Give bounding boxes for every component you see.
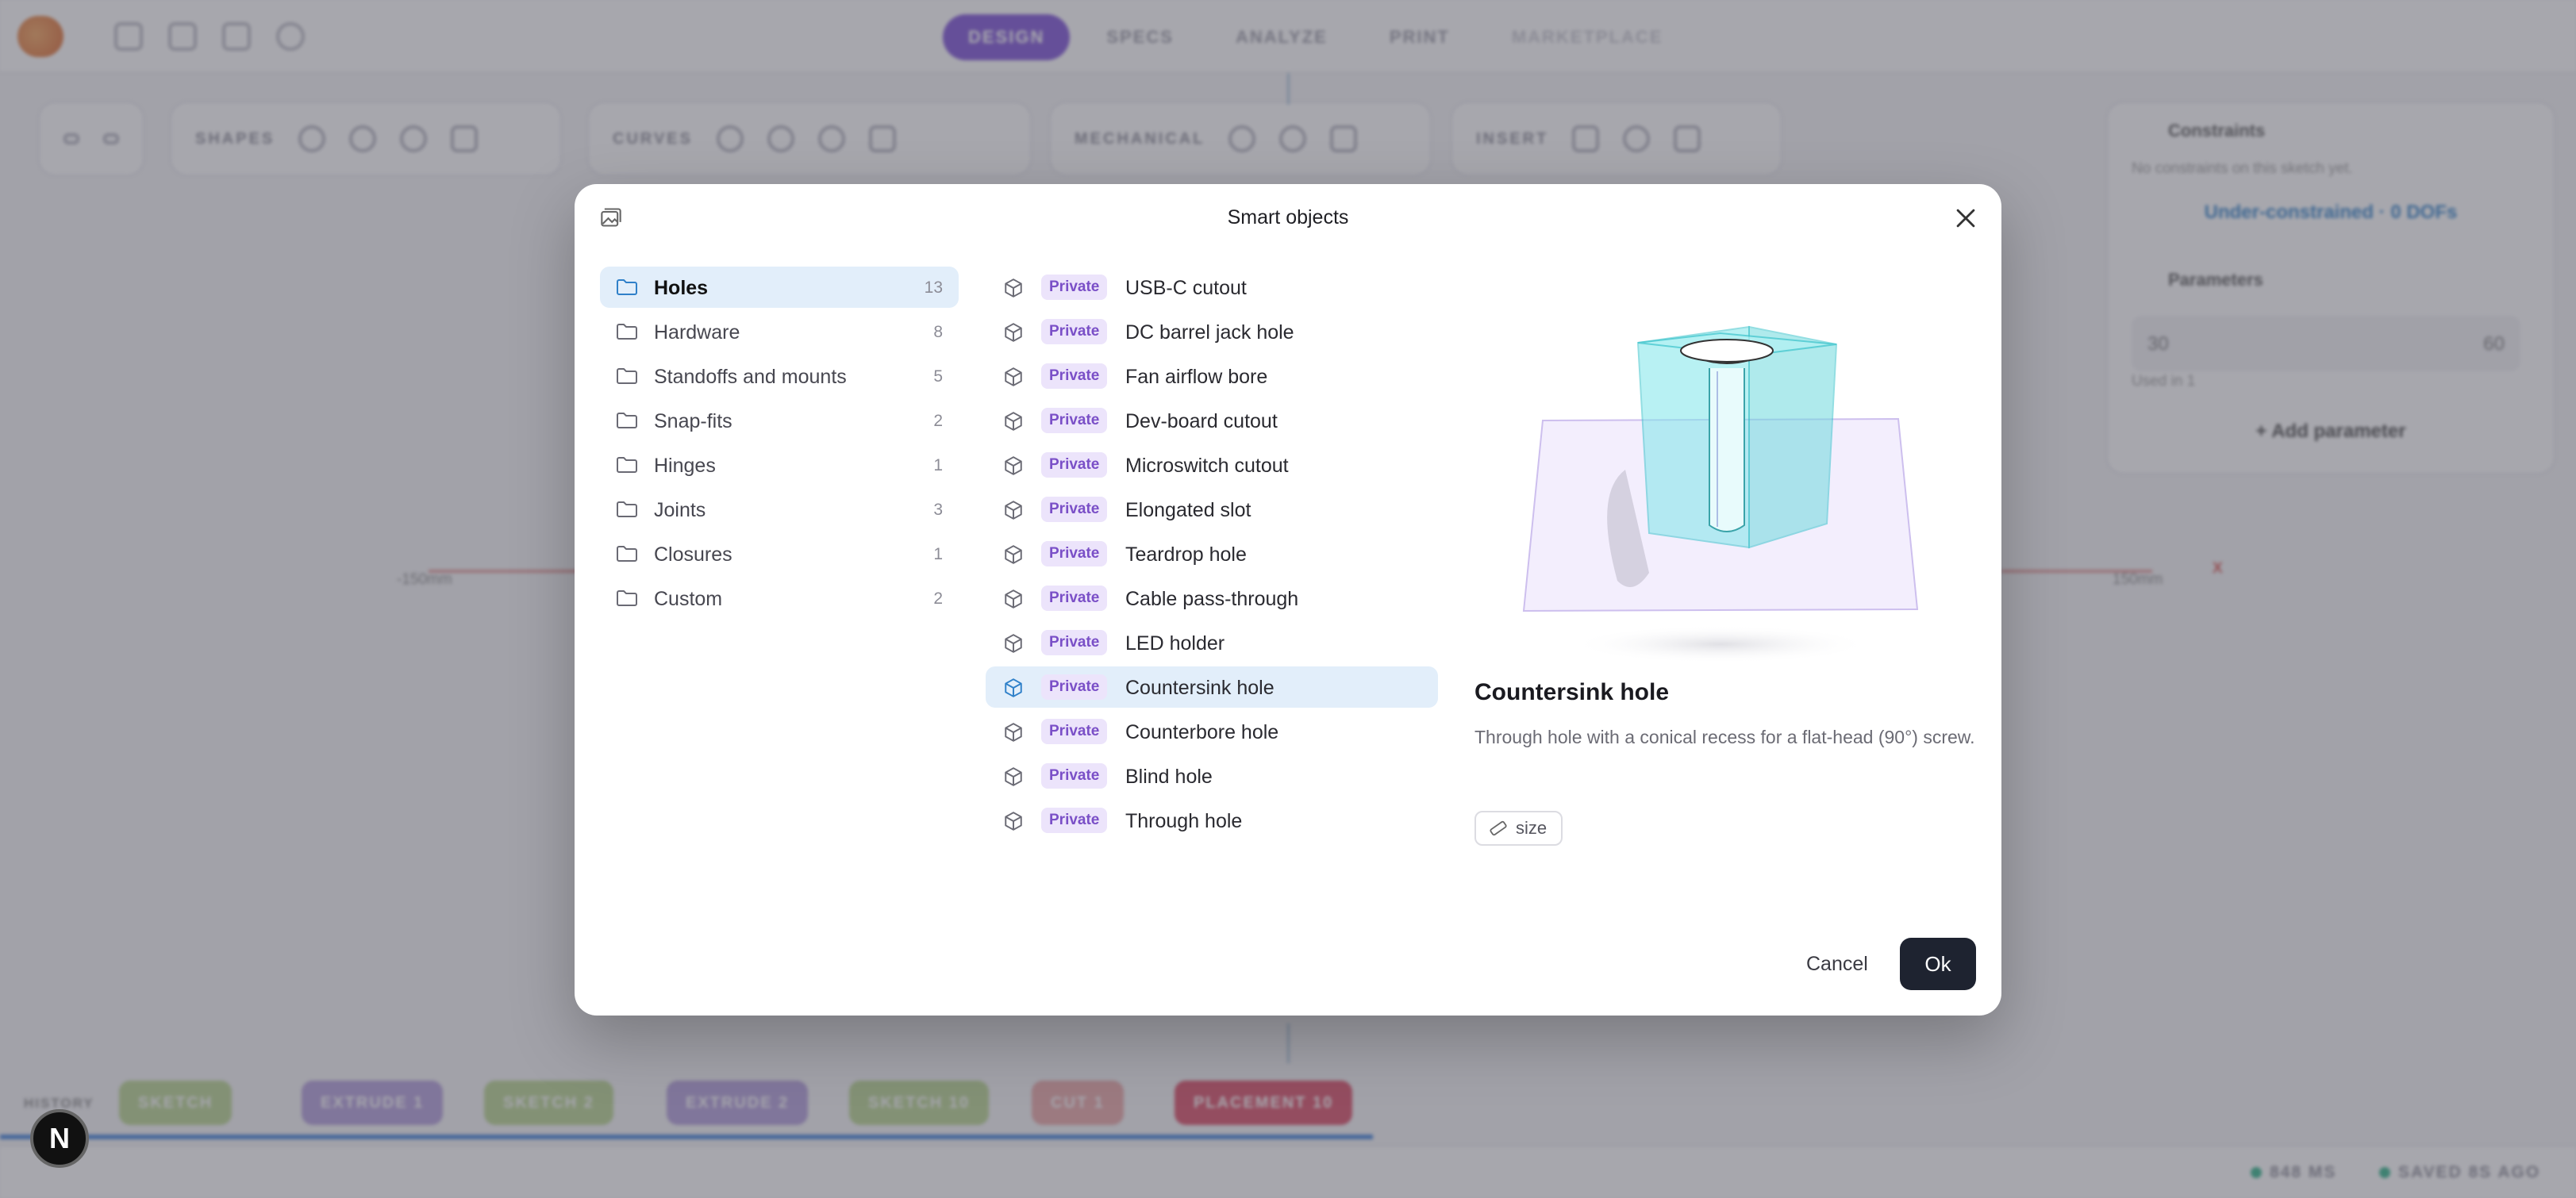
object-item-blind-hole[interactable]: Private Blind hole bbox=[986, 755, 1438, 797]
cube-icon bbox=[1005, 456, 1022, 475]
private-badge: Private bbox=[1041, 763, 1108, 789]
folder-name: Custom bbox=[654, 588, 723, 610]
private-badge: Private bbox=[1041, 586, 1108, 611]
dialog-title: Smart objects bbox=[1227, 206, 1349, 228]
dev-tools-badge[interactable]: N bbox=[30, 1109, 89, 1168]
cube-icon bbox=[1005, 723, 1022, 742]
folder-item-joints[interactable]: Joints 3 bbox=[600, 489, 959, 530]
private-badge: Private bbox=[1041, 408, 1108, 433]
ruler-icon bbox=[1490, 820, 1507, 836]
smart-objects-dialog: Smart objects Holes 13 Hardware 8 Standoffs … bbox=[575, 184, 2001, 1016]
folder-icon bbox=[617, 590, 637, 606]
cancel-button[interactable]: Cancel bbox=[1789, 939, 1886, 989]
private-badge: Private bbox=[1041, 452, 1108, 478]
detail-title: Countersink hole bbox=[1474, 679, 1670, 705]
folder-name: Snap-fits bbox=[654, 410, 732, 432]
folder-count: 5 bbox=[933, 367, 943, 386]
cube-icon bbox=[1005, 589, 1022, 609]
folder-icon bbox=[617, 324, 637, 340]
folder-count: 13 bbox=[924, 278, 943, 297]
cube-icon bbox=[1005, 278, 1022, 298]
folder-name: Hardware bbox=[654, 321, 740, 344]
cube-icon bbox=[1005, 323, 1022, 342]
cube-icon bbox=[1005, 501, 1022, 520]
folder-count: 1 bbox=[933, 456, 943, 474]
private-badge: Private bbox=[1041, 541, 1108, 566]
folder-name: Joints bbox=[654, 499, 706, 521]
object-item-elongated-slot[interactable]: Private Elongated slot bbox=[986, 489, 1438, 530]
folder-icon bbox=[617, 501, 637, 517]
folder-name: Hinges bbox=[654, 455, 716, 477]
object-item-counterbore-hole[interactable]: Private Counterbore hole bbox=[986, 711, 1438, 752]
private-badge: Private bbox=[1041, 497, 1108, 522]
object-item-teardrop-hole[interactable]: Private Teardrop hole bbox=[986, 533, 1438, 574]
private-badge: Private bbox=[1041, 808, 1108, 833]
object-name: Counterbore hole bbox=[1125, 721, 1279, 743]
object-name: LED holder bbox=[1125, 632, 1225, 655]
folder-name: Holes bbox=[654, 277, 709, 299]
folder-count: 1 bbox=[933, 545, 943, 563]
folder-item-custom[interactable]: Custom 2 bbox=[600, 578, 959, 619]
folder-item-hinges[interactable]: Hinges 1 bbox=[600, 444, 959, 486]
object-item-dc-barrel-jack-hole[interactable]: Private DC barrel jack hole bbox=[986, 311, 1438, 352]
folder-icon bbox=[617, 413, 637, 428]
object-name: Countersink hole bbox=[1125, 677, 1275, 699]
folder-item-standoffs-and-mounts[interactable]: Standoffs and mounts 5 bbox=[600, 355, 959, 397]
object-list: Private USB-C cutout Private DC barrel jack… bbox=[986, 267, 1438, 844]
folder-item-closures[interactable]: Closures 1 bbox=[600, 533, 959, 574]
private-badge: Private bbox=[1041, 674, 1108, 700]
tag-label: size bbox=[1516, 818, 1548, 838]
object-name: Dev-board cutout bbox=[1125, 410, 1278, 432]
object-item-usb-c-cutout[interactable]: Private USB-C cutout bbox=[986, 267, 1438, 308]
folder-item-hardware[interactable]: Hardware 8 bbox=[600, 311, 959, 352]
folder-list: Holes 13 Hardware 8 Standoffs and mounts 5 Sna… bbox=[600, 267, 959, 622]
folder-name: Closures bbox=[654, 543, 732, 566]
ok-button[interactable]: Ok bbox=[1900, 938, 1976, 990]
folder-icon bbox=[617, 546, 637, 562]
object-item-dev-board-cutout[interactable]: Private Dev-board cutout bbox=[986, 400, 1438, 441]
object-name: Through hole bbox=[1125, 810, 1243, 832]
cube-icon bbox=[1005, 367, 1022, 386]
folder-count: 2 bbox=[933, 589, 943, 608]
private-badge: Private bbox=[1041, 319, 1108, 344]
folder-item-holes[interactable]: Holes 13 bbox=[600, 267, 959, 308]
object-name: DC barrel jack hole bbox=[1125, 321, 1294, 344]
folder-item-snap-fits[interactable]: Snap-fits 2 bbox=[600, 400, 959, 441]
cube-icon bbox=[1005, 412, 1022, 431]
folder-name: Standoffs and mounts bbox=[654, 366, 847, 388]
cube-icon bbox=[1005, 812, 1022, 831]
folder-count: 8 bbox=[933, 323, 943, 341]
object-item-led-holder[interactable]: Private LED holder bbox=[986, 622, 1438, 663]
cube-icon bbox=[1005, 634, 1022, 653]
object-item-countersink-hole[interactable]: Private Countersink hole bbox=[986, 666, 1438, 708]
private-badge: Private bbox=[1041, 363, 1108, 389]
close-icon[interactable] bbox=[1952, 205, 1979, 232]
size-tag[interactable]: size bbox=[1474, 811, 1563, 846]
object-item-cable-pass-through[interactable]: Private Cable pass-through bbox=[986, 578, 1438, 619]
folder-count: 3 bbox=[933, 501, 943, 519]
private-badge: Private bbox=[1041, 719, 1108, 744]
object-name: Cable pass-through bbox=[1125, 588, 1299, 610]
folder-icon bbox=[617, 457, 637, 473]
cube-icon bbox=[1005, 678, 1022, 697]
private-badge: Private bbox=[1041, 275, 1108, 300]
cube-icon bbox=[1005, 767, 1022, 786]
object-item-microswitch-cutout[interactable]: Private Microswitch cutout bbox=[986, 444, 1438, 486]
cube-icon bbox=[1005, 545, 1022, 564]
object-name: Blind hole bbox=[1125, 766, 1213, 788]
folder-icon bbox=[617, 279, 637, 295]
detail-description: Through hole with a conical recess for a… bbox=[1474, 727, 1975, 747]
object-item-through-hole[interactable]: Private Through hole bbox=[986, 800, 1438, 841]
object-name: Teardrop hole bbox=[1125, 543, 1247, 566]
private-badge: Private bbox=[1041, 630, 1108, 655]
object-item-fan-airflow-bore[interactable]: Private Fan airflow bore bbox=[986, 355, 1438, 397]
folder-icon bbox=[617, 368, 637, 384]
object-preview bbox=[1522, 325, 1919, 663]
object-name: Microswitch cutout bbox=[1125, 455, 1289, 477]
folder-count: 2 bbox=[933, 412, 943, 430]
object-name: Elongated slot bbox=[1125, 499, 1251, 521]
object-name: Fan airflow bore bbox=[1125, 366, 1268, 388]
object-name: USB-C cutout bbox=[1125, 277, 1247, 299]
